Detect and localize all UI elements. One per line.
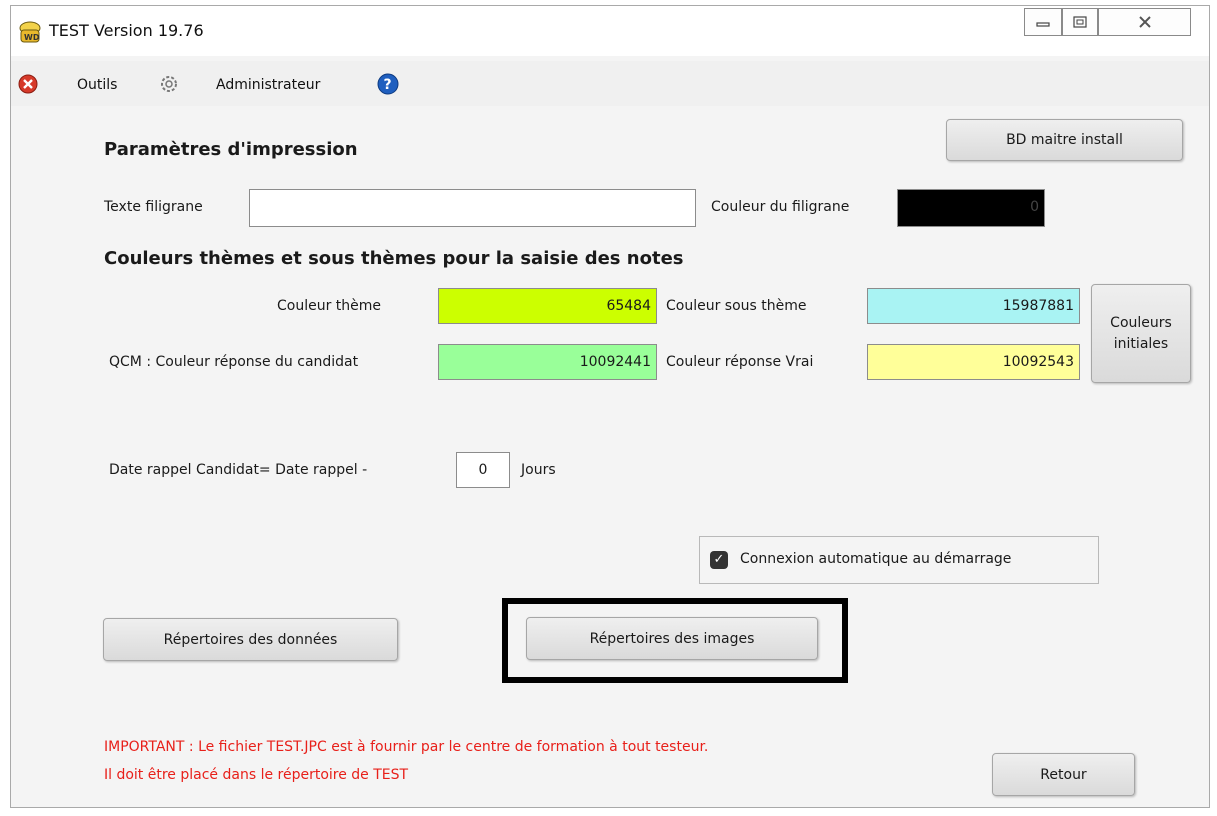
menu-administrator[interactable]: Administrateur (216, 77, 320, 93)
theme-color-field[interactable]: 65484 (438, 288, 657, 324)
close-button[interactable] (1098, 8, 1191, 36)
menu-tools[interactable]: Outils (77, 77, 117, 93)
print-settings-heading: Paramètres d'impression (104, 139, 358, 160)
watermark-text-label: Texte filigrane (104, 199, 203, 215)
important-notice-line1: IMPORTANT : Le fichier TEST.JPC est à fo… (104, 739, 709, 755)
qcm-color-label: QCM : Couleur réponse du candidat (109, 354, 359, 370)
image-directories-button[interactable]: Répertoires des images (526, 617, 818, 660)
back-button[interactable]: Retour (992, 753, 1135, 796)
app-logo-icon: WD (19, 21, 41, 43)
true-answer-color-field[interactable]: 10092543 (867, 344, 1080, 380)
important-notice-line2: Il doit être placé dans le répertoire de… (104, 767, 409, 783)
watermark-text-input[interactable] (249, 189, 696, 227)
minimize-button[interactable] (1024, 8, 1062, 36)
true-answer-color-label: Couleur réponse Vrai (666, 354, 814, 370)
title-bar: WD TEST Version 19.76 (11, 6, 1209, 56)
subtheme-color-field[interactable]: 15987881 (867, 288, 1080, 324)
master-db-install-button[interactable]: BD maitre install (946, 119, 1183, 161)
restore-icon (1073, 16, 1087, 28)
theme-color-label: Couleur thème (277, 298, 382, 314)
watermark-color-label: Couleur du filigrane (711, 199, 850, 215)
maximize-button[interactable] (1062, 8, 1098, 36)
help-icon[interactable]: ? (377, 73, 399, 95)
close-icon (1138, 16, 1151, 28)
colors-heading: Couleurs thèmes et sous thèmes pour la s… (104, 248, 684, 269)
exit-icon[interactable] (17, 73, 39, 95)
data-directories-button[interactable]: Répertoires des données (103, 618, 398, 661)
minimize-icon (1036, 22, 1050, 27)
autoconnect-label: Connexion automatique au démarrage (740, 551, 1012, 567)
settings-window: WD TEST Version 19.76 Outils Administrat… (10, 5, 1210, 808)
window-title: TEST Version 19.76 (49, 21, 204, 40)
svg-text:?: ? (384, 77, 392, 93)
settings-gear-icon[interactable] (158, 73, 180, 95)
subtheme-color-label: Couleur sous thème (666, 298, 807, 314)
watermark-color-field[interactable]: 0 (897, 189, 1045, 227)
reminder-unit-label: Jours (521, 462, 556, 478)
reset-colors-button[interactable]: Couleurs initiales (1091, 284, 1191, 383)
autoconnect-checkbox[interactable]: ✓ (710, 551, 728, 569)
qcm-answer-color-field[interactable]: 10092441 (438, 344, 657, 380)
reminder-days-input[interactable]: 0 (456, 452, 510, 488)
reminder-label: Date rappel Candidat= Date rappel - (109, 462, 368, 478)
svg-text:WD: WD (24, 33, 40, 42)
menu-bar: Outils Administrateur ? (11, 61, 1209, 106)
autoconnect-checkbox-row[interactable]: ✓ Connexion automatique au démarrage (699, 536, 1099, 584)
